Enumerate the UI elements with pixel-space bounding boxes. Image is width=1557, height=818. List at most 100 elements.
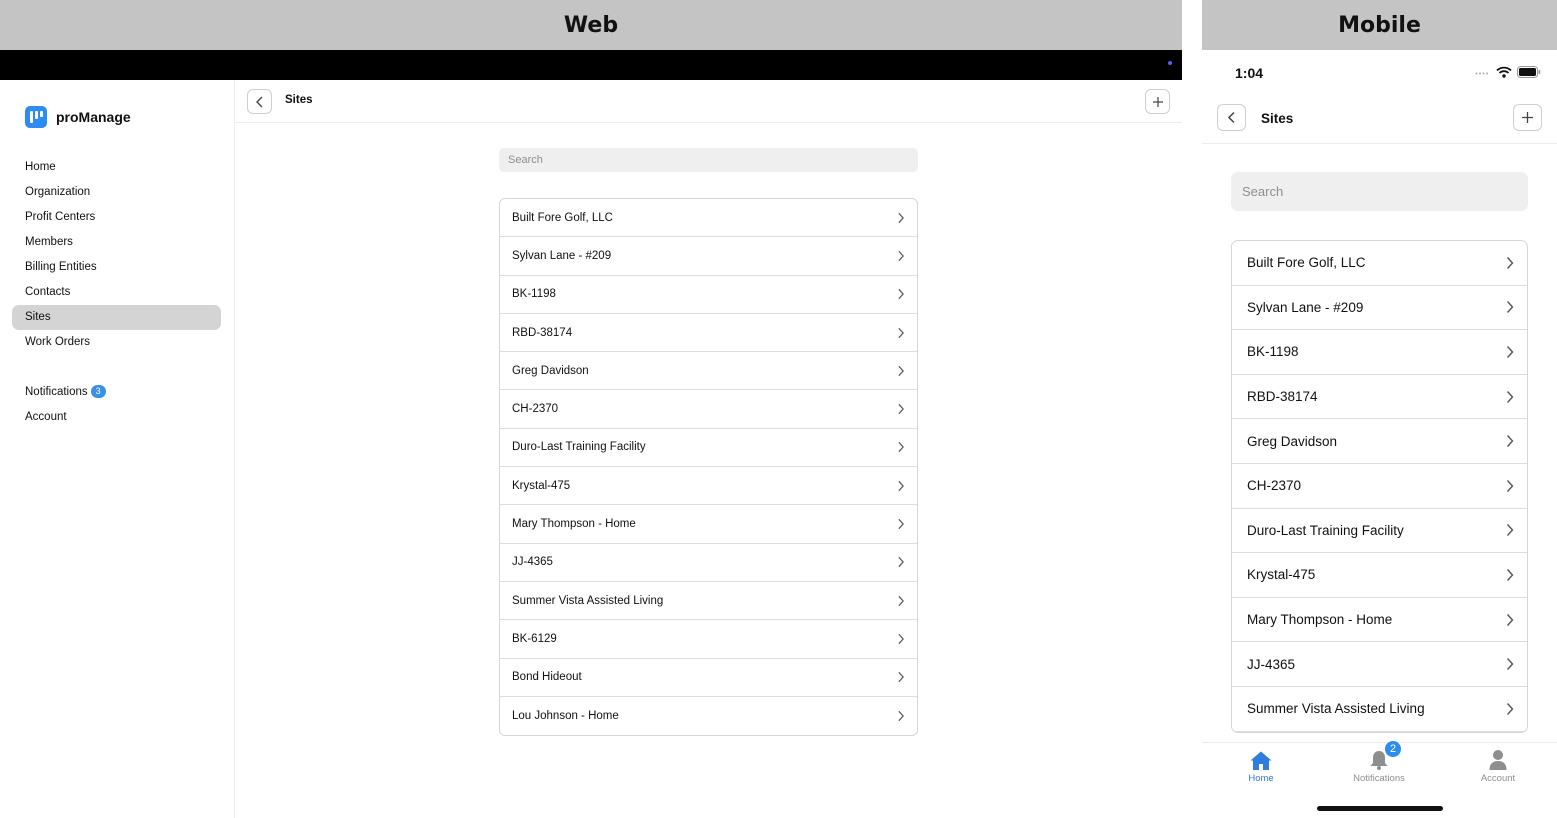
site-list-item[interactable]: Sylvan Lane - #209 [500, 237, 917, 276]
sidebar-item-organization[interactable]: Organization [12, 180, 221, 205]
chevron-right-icon [1506, 390, 1514, 403]
sidebar-item-home[interactable]: Home [12, 155, 221, 180]
chevron-right-icon [898, 710, 904, 722]
notifications-badge: 2 [1385, 741, 1401, 757]
chevron-right-icon [1506, 256, 1514, 269]
notifications-count-badge: 3 [90, 385, 106, 398]
site-list-item[interactable]: Sylvan Lane - #209 [1232, 286, 1527, 331]
chevron-left-icon [255, 96, 262, 107]
sites-list: Built Fore Golf, LLC Sylvan Lane - #209 BK… [1231, 240, 1528, 733]
add-site-button[interactable] [1513, 104, 1542, 131]
chevron-right-icon [1506, 346, 1514, 358]
sites-list: Built Fore Golf, LLC Sylvan Lane - #209 BK… [499, 198, 918, 737]
site-list-item[interactable]: Built Fore Golf, LLC [1232, 241, 1527, 286]
site-list-item[interactable]: BK-1198 [500, 276, 917, 314]
site-list-item[interactable]: Greg Davidson [1232, 419, 1527, 464]
site-list-item[interactable]: CH-2370 [500, 390, 917, 429]
site-list-item[interactable]: Krystal-475 [500, 467, 917, 506]
site-name: Duro-Last Training Facility [512, 441, 646, 454]
site-name: Bond Hideout [512, 671, 582, 684]
site-list-item[interactable]: BK-6129 [500, 620, 917, 659]
site-list-item[interactable]: Duro-Last Training Facility [500, 429, 917, 468]
site-list-item[interactable]: Greg Davidson [500, 352, 917, 391]
house-icon [1250, 751, 1272, 770]
chevron-left-icon [1227, 111, 1235, 124]
site-list-item[interactable]: CH-2370 [1232, 464, 1527, 509]
add-site-button[interactable] [1145, 89, 1170, 114]
site-list-item[interactable]: RBD-38174 [500, 314, 917, 353]
status-time: 1:04 [1235, 65, 1264, 81]
back-button[interactable] [1217, 104, 1246, 131]
site-list-item[interactable]: Duro-Last Training Facility [1232, 509, 1527, 554]
site-name: Greg Davidson [512, 364, 589, 377]
browser-top-bar [0, 50, 1182, 80]
site-list-item[interactable]: Summer Vista Assisted Living [500, 582, 917, 621]
site-list-item[interactable]: Bond Hideout [500, 659, 917, 697]
chevron-right-icon [898, 327, 904, 338]
person-icon [1489, 750, 1507, 770]
web-frame: proManage Home Organization Profit Cente… [0, 50, 1182, 818]
site-list-item[interactable]: Lou Johnson - Home [500, 697, 917, 735]
sidebar-item-work-orders[interactable]: Work Orders [12, 330, 221, 355]
sidebar-item-billing-entities[interactable]: Billing Entities [12, 255, 221, 280]
sidebar-item-contacts[interactable]: Contacts [12, 280, 221, 305]
chevron-right-icon [898, 633, 904, 645]
mobile-section-label: Mobile [1202, 0, 1557, 50]
back-button[interactable] [247, 89, 272, 114]
tab-label: Home [1248, 773, 1274, 784]
site-name: Built Fore Golf, LLC [512, 211, 613, 224]
chevron-right-icon [1506, 658, 1514, 671]
site-name: Krystal-475 [512, 479, 571, 492]
site-list-item[interactable]: Mary Thompson - Home [1232, 598, 1527, 643]
site-list-item[interactable]: Mary Thompson - Home [500, 505, 917, 544]
promanage-logo-icon [25, 106, 47, 128]
home-indicator [1317, 806, 1443, 811]
tab-home[interactable]: Home [1211, 747, 1311, 784]
site-name: Summer Vista Assisted Living [512, 594, 664, 607]
cellular-signal-icon [1475, 72, 1488, 75]
site-name: BK-6129 [512, 632, 557, 645]
wifi-icon [1496, 66, 1512, 78]
sidebar-nav: Home Organization Profit Centers Members… [12, 155, 221, 355]
chevron-right-icon [898, 404, 904, 415]
site-name: Krystal-475 [1247, 567, 1316, 583]
site-list-item[interactable]: JJ-4365 [500, 544, 917, 582]
site-name: Summer Vista Assisted Living [1247, 701, 1425, 717]
indicator-dot [1168, 61, 1172, 65]
site-name: CH-2370 [512, 403, 559, 416]
site-list-item[interactable]: Summer Vista Assisted Living [1232, 687, 1527, 732]
site-name: Mary Thompson - Home [512, 518, 636, 531]
tab-bar: Home 2 Notifications Account [1202, 741, 1557, 818]
mobile-frame: 1:04 Sites Built Fore Golf, LLC Sylvan La… [1202, 50, 1557, 818]
site-name: JJ-4365 [1247, 656, 1296, 672]
brand[interactable]: proManage [25, 106, 131, 128]
chevron-right-icon [1506, 568, 1514, 581]
site-name: BK-1198 [512, 288, 556, 301]
search-input[interactable] [499, 148, 918, 172]
sidebar-item-profit-centers[interactable]: Profit Centers [12, 205, 221, 230]
site-name: Mary Thompson - Home [1247, 612, 1393, 628]
chevron-right-icon [1506, 435, 1514, 448]
search-input[interactable] [1231, 172, 1528, 211]
site-name: Lou Johnson - Home [512, 710, 619, 722]
site-list-item[interactable]: Built Fore Golf, LLC [500, 199, 917, 238]
tab-label: Account [1480, 773, 1516, 784]
sidebar-item-account[interactable]: Account [12, 405, 221, 430]
sidebar-item-members[interactable]: Members [12, 230, 221, 255]
tab-notifications[interactable]: 2 Notifications [1329, 741, 1429, 784]
site-name: Sylvan Lane - #209 [512, 249, 612, 262]
chevron-right-icon [898, 250, 904, 262]
site-name: Sylvan Lane - #209 [1247, 299, 1364, 315]
chevron-right-icon [898, 557, 904, 568]
site-list-item[interactable]: BK-1198 [1232, 330, 1527, 375]
site-name: BK-1198 [1247, 344, 1299, 360]
sidebar-item-sites[interactable]: Sites [12, 305, 221, 330]
chevron-right-icon [898, 595, 904, 606]
tab-account[interactable]: Account [1448, 747, 1548, 784]
site-list-item[interactable]: JJ-4365 [1232, 642, 1527, 687]
site-list-item[interactable]: RBD-38174 [1232, 375, 1527, 420]
chevron-right-icon [898, 289, 904, 300]
site-list-item[interactable]: Krystal-475 [1232, 553, 1527, 598]
sidebar-item-notifications[interactable]: Notifications 3 [12, 380, 221, 405]
page-header: Sites [235, 80, 1182, 123]
